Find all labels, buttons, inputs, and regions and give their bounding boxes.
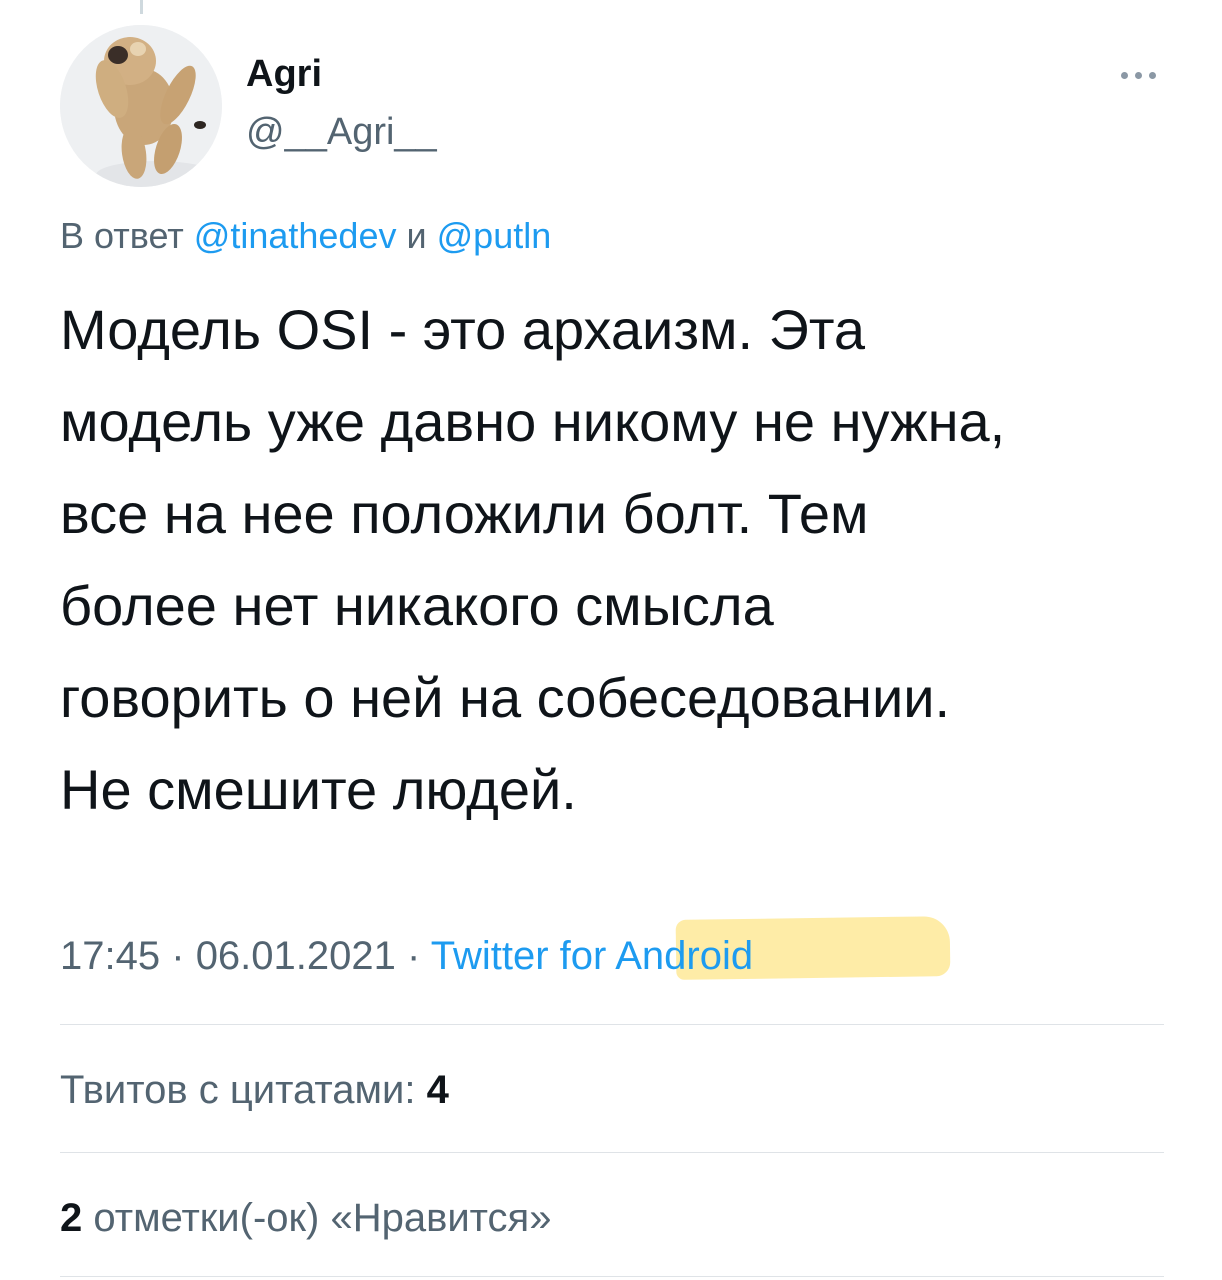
more-horizontal-icon [1134, 71, 1142, 79]
tweet-date[interactable]: 06.01.2021 [196, 934, 396, 978]
avatar-image [60, 25, 222, 187]
meta-separator: · [407, 934, 421, 978]
more-horizontal-icon [1120, 71, 1128, 79]
author-display-name[interactable]: Agri [246, 52, 322, 96]
tweet-metadata: 17:45 · 06.01.2021 · Twitter for Android [60, 932, 753, 980]
tweet-text: Модель OSI - это архаизм. Эта модель уже… [60, 298, 1006, 821]
tweet-time[interactable]: 17:45 [60, 934, 160, 978]
divider [60, 1276, 1164, 1277]
thread-connector-line [140, 0, 143, 14]
reply-mention-link[interactable]: @putln [437, 215, 552, 256]
likes-count: 2 [60, 1196, 83, 1240]
likes-label: отметки(-ок) «Нравится» [93, 1196, 552, 1240]
reply-prefix: В ответ [60, 215, 184, 256]
tweet-source-link[interactable]: Twitter for Android [431, 934, 753, 978]
meta-separator: · [171, 934, 185, 978]
reply-context: В ответ @tinathedev и @putln [60, 214, 551, 258]
divider [60, 1152, 1164, 1153]
divider [60, 1024, 1164, 1025]
more-options-button[interactable] [1108, 58, 1168, 92]
author-handle[interactable]: @__Agri__ [246, 110, 437, 154]
reply-joiner: и [406, 215, 427, 256]
reply-mention-link[interactable]: @tinathedev [194, 215, 397, 256]
quote-tweets-stat[interactable]: Твитов с цитатами: 4 [60, 1066, 449, 1114]
quote-tweets-label: Твитов с цитатами: [60, 1068, 416, 1112]
more-horizontal-icon [1148, 71, 1156, 79]
quote-tweets-count: 4 [426, 1068, 449, 1112]
avatar[interactable] [60, 25, 222, 187]
likes-stat[interactable]: 2 отметки(-ок) «Нравится» [60, 1194, 551, 1242]
